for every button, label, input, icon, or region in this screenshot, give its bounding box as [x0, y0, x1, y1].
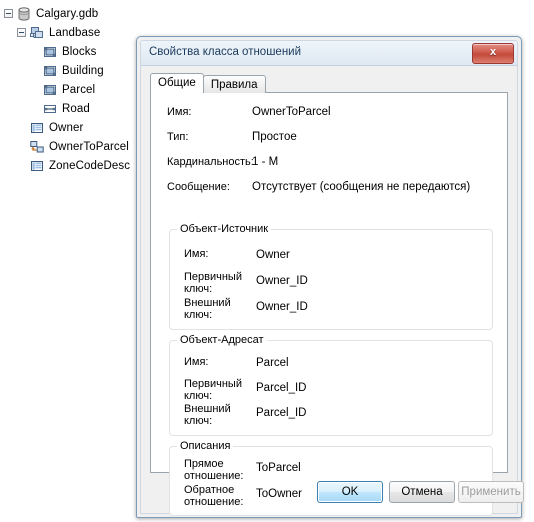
dialog-inner: Свойства класса отношений x Общие Правил…: [140, 40, 524, 516]
destination-object-group: Объект-Адресат Имя: Parcel Первичный клю…: [169, 334, 493, 436]
field-value: 1 - M: [252, 156, 279, 168]
dialog-title-bar: Свойства класса отношений x: [141, 41, 517, 66]
tree-item-label: Parcel: [62, 83, 96, 96]
polygon-feature-class-icon: [42, 82, 58, 98]
tab-rules[interactable]: Правила: [202, 75, 266, 93]
origin-foreign-key-value: Owner_ID: [256, 301, 308, 313]
origin-primary-key-label: Первичный ключ:: [184, 271, 242, 295]
tree-item-label: OwnerToParcel: [49, 140, 129, 153]
origin-name-value: Owner: [256, 249, 290, 261]
origin-object-group: Объект-Источник Имя: Owner Первичный клю…: [169, 223, 493, 330]
tab-strip[interactable]: Общие Правила: [150, 73, 266, 93]
tree-item-label: Building: [62, 64, 104, 77]
field-row-cardinality: Кардинальность: 1 - M: [151, 156, 507, 172]
tree-item-label: Road: [62, 102, 90, 115]
close-icon-glyph: x: [489, 46, 497, 58]
polygon-feature-class-icon: [42, 63, 58, 79]
geodatabase-icon: [16, 6, 32, 22]
field-label: Сообщение:: [167, 181, 230, 193]
group-title: Объект-Адресат: [177, 334, 267, 346]
cancel-button[interactable]: Отмена: [389, 481, 455, 503]
field-label: Кардинальность:: [167, 156, 254, 168]
tree-item-label: Calgary.gdb: [36, 7, 99, 20]
relationship-class-properties-dialog: Свойства класса отношений x Общие Правил…: [136, 36, 524, 518]
destination-name-label: Имя:: [184, 356, 209, 368]
destination-name-value: Parcel: [256, 357, 289, 369]
expander-collapse-icon[interactable]: [17, 28, 26, 37]
group-title: Описания: [177, 440, 234, 452]
field-row-message: Сообщение: Отсутствует (сообщения не пер…: [151, 181, 507, 197]
origin-name-label: Имя:: [184, 248, 209, 260]
field-label: Имя:: [167, 106, 192, 118]
feature-dataset-icon: [29, 25, 45, 41]
tab-panel-general: Имя: OwnerToParcel Тип: Простое Кардинал…: [150, 92, 508, 516]
table-icon: [29, 120, 45, 136]
tab-general[interactable]: Общие: [150, 73, 204, 93]
field-row-type: Тип: Простое: [151, 131, 507, 147]
tree-item-label: Blocks: [62, 45, 97, 58]
field-label: Тип:: [167, 131, 189, 143]
destination-primary-key-value: Parcel_ID: [256, 382, 307, 394]
line-feature-class-icon: [42, 101, 58, 117]
ok-button[interactable]: OK: [317, 481, 383, 503]
polygon-feature-class-icon: [42, 44, 58, 60]
field-value: Отсутствует (сообщения не передаются): [252, 181, 471, 193]
close-icon[interactable]: x: [472, 43, 514, 64]
expander-collapse-icon[interactable]: [4, 9, 13, 18]
relationship-class-icon: [29, 139, 45, 155]
tree-item-calgary-gdb[interactable]: Calgary.gdb: [4, 4, 180, 23]
dialog-footer: OK Отмена Применить: [141, 473, 524, 513]
destination-primary-key-label: Первичный ключ:: [184, 378, 242, 402]
destination-foreign-key-label: Внешний ключ:: [184, 403, 231, 427]
apply-button: Применить: [458, 481, 524, 503]
field-row-name: Имя: OwnerToParcel: [151, 106, 507, 122]
field-value: OwnerToParcel: [252, 106, 331, 118]
destination-foreign-key-value: Parcel_ID: [256, 407, 307, 419]
group-title: Объект-Источник: [177, 223, 272, 235]
tree-item-label: Landbase: [49, 26, 101, 39]
origin-primary-key-value: Owner_ID: [256, 275, 308, 287]
tree-item-label: ZoneCodeDesc: [49, 159, 131, 172]
tree-item-label: Owner: [49, 121, 84, 134]
origin-foreign-key-label: Внешний ключ:: [184, 297, 231, 321]
field-value: Простое: [252, 131, 297, 143]
dialog-title: Свойства класса отношений: [149, 46, 302, 58]
table-icon: [29, 158, 45, 174]
